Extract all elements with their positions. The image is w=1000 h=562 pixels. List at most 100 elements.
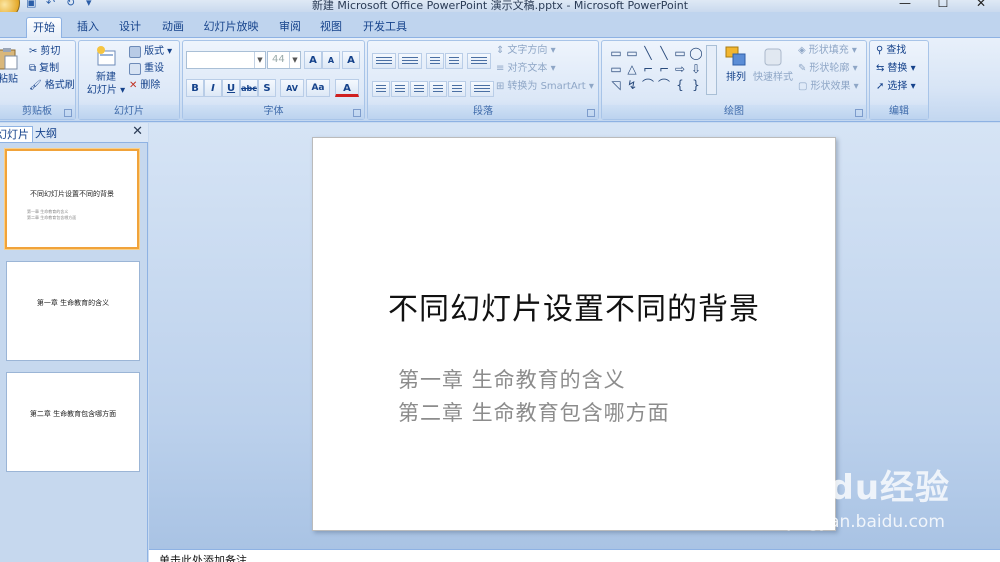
- grow-font-button[interactable]: A: [304, 51, 322, 69]
- tab-insert[interactable]: 插入: [70, 17, 106, 38]
- slides-pane: 幻灯片 大纲 ✕ 不同幻灯片设置不同的背景 第一章 生命教育的含义 第二章 生命…: [0, 123, 148, 562]
- underline-button[interactable]: U: [222, 79, 240, 97]
- bold-button[interactable]: B: [186, 79, 204, 97]
- font-size-combo[interactable]: 44 ▼: [267, 51, 301, 69]
- notes-pane[interactable]: 单击此处添加备注: [149, 549, 1000, 562]
- shape-item[interactable]: ⌒: [640, 77, 656, 93]
- font-name-combo[interactable]: ▼: [186, 51, 266, 69]
- shape-item[interactable]: ⇨: [672, 61, 688, 77]
- numbering-button[interactable]: [398, 53, 422, 69]
- shape-fill-button[interactable]: ◈ 形状填充 ▾: [798, 43, 857, 59]
- ribbon: 粘贴 ✂ 剪切 ⧉ 复制 🖌 格式刷 剪贴板 新建 幻灯片 ▾ 版式 ▾ 重设 ✕ 删除…: [0, 38, 1000, 122]
- strikethrough-button[interactable]: abc: [240, 79, 258, 97]
- align-text-button[interactable]: ≡ 对齐文本 ▾: [496, 61, 556, 77]
- shape-item[interactable]: ╲: [640, 45, 656, 61]
- copy-button[interactable]: ⧉ 复制: [29, 61, 59, 77]
- convert-smartart-button[interactable]: ⊞ 转换为 SmartArt ▾: [496, 79, 594, 95]
- new-slide-button[interactable]: 新建 幻灯片 ▾: [85, 45, 127, 97]
- italic-button[interactable]: I: [204, 79, 222, 97]
- close-icon[interactable]: ✕: [132, 124, 143, 139]
- shape-item[interactable]: ⌐: [656, 61, 672, 77]
- drawing-launcher[interactable]: [855, 109, 863, 117]
- tab-slideshow[interactable]: 幻灯片放映: [200, 17, 262, 38]
- minimize-button[interactable]: —: [886, 0, 924, 10]
- slide-title[interactable]: 不同幻灯片设置不同的背景: [313, 284, 835, 328]
- shape-item[interactable]: ◯: [688, 45, 704, 61]
- thumbnail-subtitle: 第二章 生命教育包含哪方面: [27, 215, 77, 220]
- char-spacing-button[interactable]: AV: [280, 79, 304, 97]
- tab-animations[interactable]: 动画: [155, 17, 191, 38]
- line-spacing-icon: [471, 57, 487, 58]
- shape-item[interactable]: {: [672, 77, 688, 93]
- tab-home[interactable]: 开始: [26, 17, 62, 38]
- thumbnail-title: 第二章 生命教育包含哪方面: [29, 410, 117, 418]
- shape-outline-button[interactable]: ✎ 形状轮廓 ▾: [798, 61, 858, 77]
- select-button[interactable]: ➚ 选择 ▾: [876, 79, 916, 95]
- scissors-icon: ✂: [29, 46, 38, 57]
- shape-item[interactable]: ↯: [624, 77, 640, 93]
- title-bar: ▣ ↶ ↻ ▾ 新建 Microsoft Office PowerPoint 演…: [0, 0, 1000, 20]
- decrease-indent-button[interactable]: [426, 53, 444, 69]
- format-painter-button[interactable]: 🖌 格式刷: [29, 78, 75, 94]
- shadow-button[interactable]: S: [258, 79, 276, 97]
- distribute-icon: [452, 85, 462, 86]
- delete-slide-button[interactable]: ✕ 删除: [129, 78, 160, 94]
- group-label: 幻灯片: [79, 105, 179, 119]
- shapes-gallery-scroll[interactable]: [706, 45, 717, 95]
- distribute-button[interactable]: [448, 81, 466, 97]
- group-drawing: ▭ ▭ ╲ ╲ ▭ ◯ ▭ △ ⌐ ⌐ ⇨ ⇩ ◹ ↯ ⌒ ⌒ { } 排列 快…: [601, 40, 867, 120]
- shape-item[interactable]: ⌐: [640, 61, 656, 77]
- shape-item[interactable]: ▭: [672, 45, 688, 61]
- window-controls: — ☐ ✕: [886, 0, 1000, 10]
- paragraph-launcher[interactable]: [587, 109, 595, 117]
- text-direction-button[interactable]: ⇕ 文字方向 ▾: [496, 43, 556, 59]
- cut-button[interactable]: ✂ 剪切: [29, 44, 60, 60]
- shape-item[interactable]: ▭: [608, 45, 624, 61]
- paste-button[interactable]: 粘贴: [0, 47, 23, 86]
- maximize-button[interactable]: ☐: [924, 0, 962, 10]
- font-color-button[interactable]: A: [335, 79, 359, 97]
- clear-format-button[interactable]: A: [342, 51, 360, 69]
- line-spacing-button[interactable]: [467, 53, 491, 69]
- tab-view[interactable]: 视图: [313, 17, 349, 38]
- change-case-button[interactable]: Aa: [306, 79, 330, 97]
- tab-design[interactable]: 设计: [112, 17, 148, 38]
- font-launcher[interactable]: [353, 109, 361, 117]
- shape-item[interactable]: △: [624, 61, 640, 77]
- slide-bullet[interactable]: 第二章 生命教育包含哪方面: [398, 397, 670, 427]
- replace-button[interactable]: ⇆ 替换 ▾: [876, 61, 916, 77]
- slide-thumbnail-1[interactable]: 不同幻灯片设置不同的背景 第一章 生命教育的含义 第二章 生命教育包含哪方面: [5, 149, 139, 249]
- shape-effects-button[interactable]: ▢ 形状效果 ▾: [798, 79, 859, 95]
- shrink-font-button[interactable]: A: [322, 51, 340, 69]
- tab-review[interactable]: 审阅: [272, 17, 308, 38]
- shape-item[interactable]: ╲: [656, 45, 672, 61]
- slide-bullet[interactable]: 第一章 生命教育的含义: [398, 364, 626, 394]
- quick-styles-button[interactable]: 快速样式: [752, 45, 794, 84]
- columns-button[interactable]: [470, 81, 494, 97]
- shape-item[interactable]: }: [688, 77, 704, 93]
- shapes-gallery[interactable]: ▭ ▭ ╲ ╲ ▭ ◯ ▭ △ ⌐ ⌐ ⇨ ⇩ ◹ ↯ ⌒ ⌒ { }: [608, 45, 704, 95]
- justify-button[interactable]: [429, 81, 447, 97]
- current-slide[interactable]: 不同幻灯片设置不同的背景 第一章 生命教育的含义 第二章 生命教育包含哪方面: [312, 137, 836, 531]
- shape-item[interactable]: ⌒: [656, 77, 672, 93]
- tab-slides[interactable]: 幻灯片: [0, 126, 33, 142]
- align-center-button[interactable]: [391, 81, 409, 97]
- close-button[interactable]: ✕: [962, 0, 1000, 10]
- align-left-button[interactable]: [372, 81, 390, 97]
- tab-developer[interactable]: 开发工具: [358, 17, 412, 38]
- bullets-button[interactable]: [372, 53, 396, 69]
- shape-item[interactable]: ⇩: [688, 61, 704, 77]
- align-right-button[interactable]: [410, 81, 428, 97]
- shape-item[interactable]: ▭: [624, 45, 640, 61]
- layout-button[interactable]: 版式 ▾: [129, 44, 172, 60]
- find-button[interactable]: ⚲ 查找: [876, 43, 906, 59]
- slide-thumbnail-3[interactable]: 第二章 生命教育包含哪方面: [6, 372, 140, 472]
- clipboard-launcher[interactable]: [64, 109, 72, 117]
- shape-item[interactable]: ▭: [608, 61, 624, 77]
- shape-item[interactable]: ◹: [608, 77, 624, 93]
- increase-indent-button[interactable]: [445, 53, 463, 69]
- tab-outline[interactable]: 大纲: [32, 126, 60, 142]
- arrange-button[interactable]: 排列: [720, 45, 752, 84]
- reset-button[interactable]: 重设: [129, 61, 164, 77]
- slide-thumbnail-2[interactable]: 第一章 生命教育的含义: [6, 261, 140, 361]
